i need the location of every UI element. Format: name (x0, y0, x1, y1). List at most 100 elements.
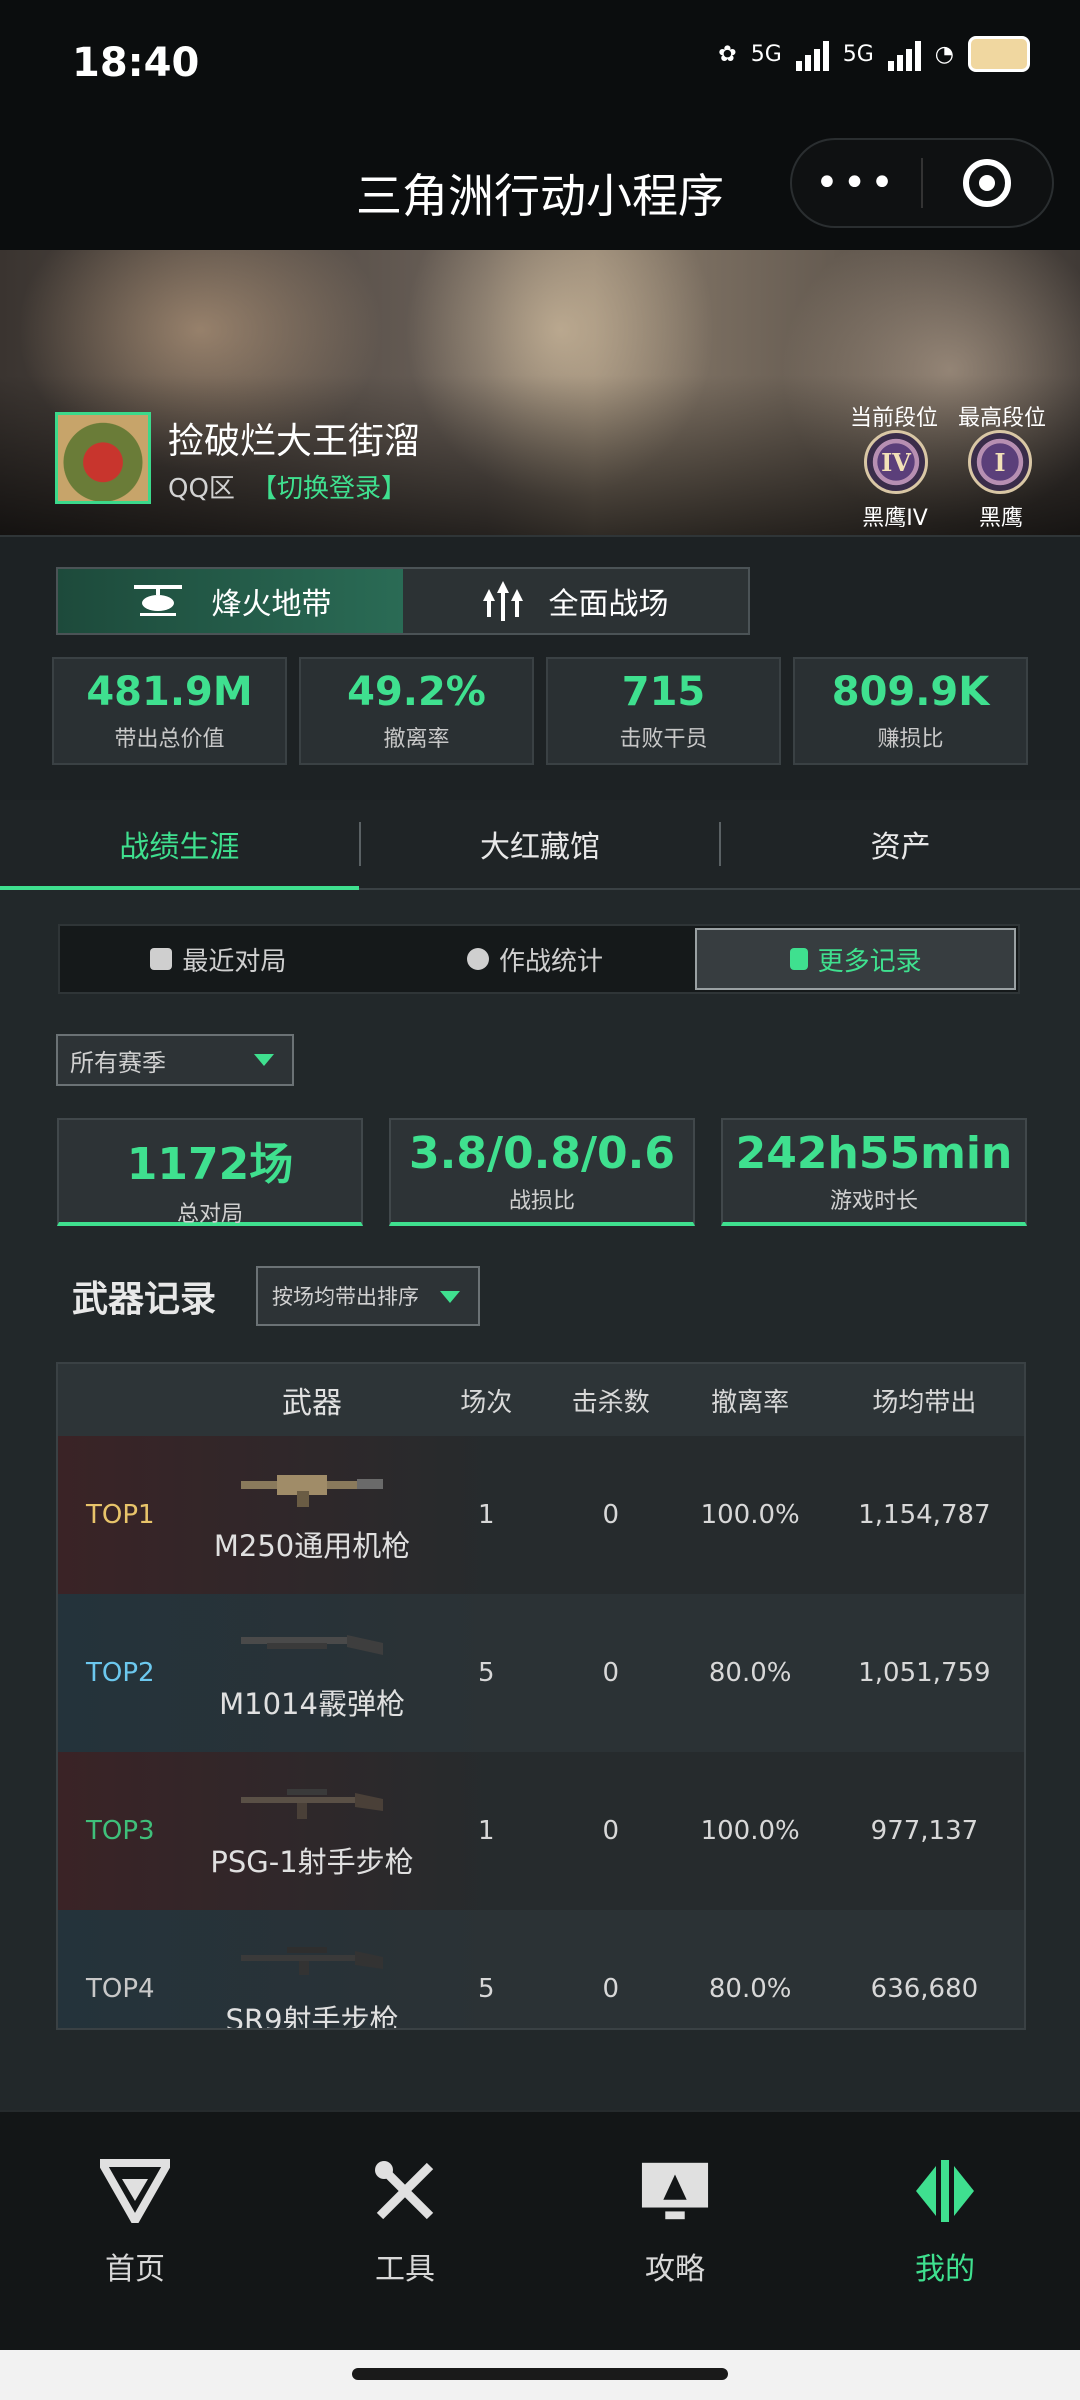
current-rank-label: 当前段位 (850, 406, 939, 431)
stat-label: 赚损比 (877, 727, 944, 752)
status-icons: ✿ 5G 5G ◔ (718, 36, 1030, 72)
mode-switch: 烽火地带 全面战场 (56, 567, 750, 635)
rank-label: TOP4 (86, 1974, 155, 2004)
more-options-button[interactable]: ••• (792, 160, 921, 206)
stat-value: 49.2% (347, 669, 486, 715)
table-row[interactable]: TOP2 M1014霰弹枪 5 0 80.0% 1,051,759 (58, 1594, 1024, 1752)
tab-collection[interactable]: 大红藏馆 (361, 800, 720, 888)
weapon-name: M1014霰弹枪 (219, 1687, 405, 1721)
document-icon (789, 948, 808, 970)
career-card-kda: 3.8/0.8/0.6 战损比 (389, 1118, 695, 1226)
region-line: QQ区 【切换登录】 (168, 468, 407, 505)
stat-card-kills: 715 击败干员 (546, 657, 781, 765)
signal-icon-2 (887, 37, 921, 71)
home-indicator[interactable] (352, 2368, 728, 2380)
games-cell: 1 (478, 1816, 495, 1846)
status-bar: 18:40 ✿ 5G 5G ◔ (0, 0, 1080, 120)
table-row[interactable]: TOP1 M250通用机枪 1 0 100.0% 1,154,787 (58, 1436, 1024, 1594)
chevron-down-icon (440, 1291, 460, 1303)
avg-value-cell: 1,051,759 (858, 1658, 991, 1688)
table-row[interactable]: TOP3 PSG-1射手步枪 1 0 100.0% 977,137 (58, 1752, 1024, 1910)
header-extract-rate: 撤离率 (711, 1387, 790, 1418)
tab-combat-stats[interactable]: 作战统计 (377, 926, 694, 992)
system-home-bar (0, 2350, 1080, 2400)
max-rank-badge-icon: I (968, 430, 1032, 494)
nav-label: 攻略 (645, 2252, 705, 2287)
warfare-icon (482, 581, 523, 621)
sort-value: 按场均带出排序 (272, 1285, 419, 1309)
nav-home[interactable]: 首页 (0, 2112, 270, 2350)
header-avg-value: 场均带出 (872, 1387, 977, 1418)
stat-label: 击败干员 (619, 727, 708, 752)
rifle-icon (241, 1789, 384, 1819)
header-weapon: 武器 (282, 1386, 343, 1421)
career-card-playtime: 242h55min 游戏时长 (721, 1118, 1027, 1226)
username: 捡破烂大王街溜 (168, 421, 421, 462)
weapon-name: SR9射手步枪 (225, 2003, 399, 2030)
bottom-nav: 首页 工具 攻略 我的 (0, 2110, 1080, 2350)
main-tabs: 战绩生涯 大红藏馆 资产 (0, 800, 1080, 890)
profile-banner: 捡破烂大王街溜 QQ区 【切换登录】 当前段位 最高段位 IV I 黑鹰IV 黑鹰 (0, 250, 1080, 535)
tab-more-records[interactable]: 更多记录 (695, 928, 1017, 990)
mode-label-havoc: 烽火地带 (211, 587, 332, 622)
capsule-menu: ••• (790, 138, 1054, 228)
nav-guides[interactable]: 攻略 (540, 2112, 810, 2350)
nav-label: 首页 (105, 2252, 165, 2287)
extract-cell: 100.0% (700, 1816, 800, 1846)
career-value: 1172场 (126, 1139, 294, 1190)
header-kills: 击杀数 (571, 1387, 650, 1418)
chevron-down-icon (254, 1054, 274, 1066)
tab-mode-warfare[interactable]: 全面战场 (403, 569, 748, 633)
kills-cell: 0 (602, 1658, 620, 1688)
career-label: 战损比 (508, 1189, 575, 1214)
home-logo-icon (100, 2156, 170, 2226)
rifle-icon (241, 1947, 384, 1975)
helicopter-icon (133, 585, 182, 616)
header-games: 场次 (460, 1387, 513, 1418)
table-header: 武器 场次 击杀数 撤离率 场均带出 (58, 1364, 1024, 1436)
extract-cell: 80.0% (708, 1974, 792, 2004)
weapon-records-title: 武器记录 (72, 1279, 217, 1320)
avatar[interactable] (55, 412, 151, 504)
weapon-name: PSG-1射手步枪 (210, 1845, 414, 1879)
signal-label-1: 5G (750, 41, 782, 67)
tools-icon (370, 2156, 440, 2226)
max-rank-label: 最高段位 (958, 406, 1047, 431)
extract-cell: 80.0% (708, 1658, 792, 1688)
sort-dropdown[interactable]: 按场均带出排序 (256, 1266, 480, 1326)
battery-icon (968, 36, 1030, 72)
tab-recent-matches[interactable]: 最近对局 (60, 926, 377, 992)
nav-label: 我的 (915, 2252, 975, 2287)
rank-label: TOP2 (86, 1658, 155, 1688)
weapon-table: 武器 场次 击杀数 撤离率 场均带出 TOP1 M250通用机枪 1 0 100… (56, 1362, 1026, 2030)
tab-mode-havoc[interactable]: 烽火地带 (58, 569, 403, 633)
status-time: 18:40 (72, 40, 200, 86)
nav-tools[interactable]: 工具 (270, 2112, 540, 2350)
career-value: 3.8/0.8/0.6 (409, 1128, 675, 1179)
signal-icon (795, 37, 829, 71)
current-rank-name: 黑鹰IV (862, 506, 928, 531)
sub-tab-label: 作战统计 (499, 946, 604, 977)
table-row[interactable]: TOP4 SR9射手步枪 5 0 80.0% 636,680 (58, 1910, 1024, 2030)
kills-cell: 0 (602, 1974, 620, 2004)
season-dropdown[interactable]: 所有赛季 (56, 1034, 294, 1086)
switch-login-link[interactable]: 【切换登录】 (251, 474, 407, 504)
max-rank-name: 黑鹰 (978, 506, 1023, 531)
avg-value-cell: 636,680 (870, 1974, 979, 2004)
summary-section: 烽火地带 全面战场 481.9M 带出总价值 49.2% 撤离率 715 击败干… (0, 535, 1080, 800)
tab-assets[interactable]: 资产 (721, 800, 1080, 888)
nav-mine[interactable]: 我的 (810, 2112, 1080, 2350)
kills-cell: 0 (602, 1816, 620, 1846)
rank-label: TOP1 (86, 1500, 155, 1530)
mode-label-warfare: 全面战场 (548, 587, 669, 622)
stat-card-extract-rate: 49.2% 撤离率 (299, 657, 534, 765)
close-miniprogram-button[interactable] (923, 159, 1052, 207)
career-value: 242h55min (735, 1128, 1013, 1179)
games-cell: 5 (478, 1658, 495, 1688)
stat-card-profit-ratio: 809.9K 赚损比 (793, 657, 1028, 765)
tab-career[interactable]: 战绩生涯 (0, 800, 359, 890)
rank-label: TOP3 (86, 1816, 155, 1846)
games-cell: 1 (478, 1500, 495, 1530)
stat-label: 撤离率 (383, 727, 450, 752)
weapon-name: M250通用机枪 (213, 1529, 411, 1563)
